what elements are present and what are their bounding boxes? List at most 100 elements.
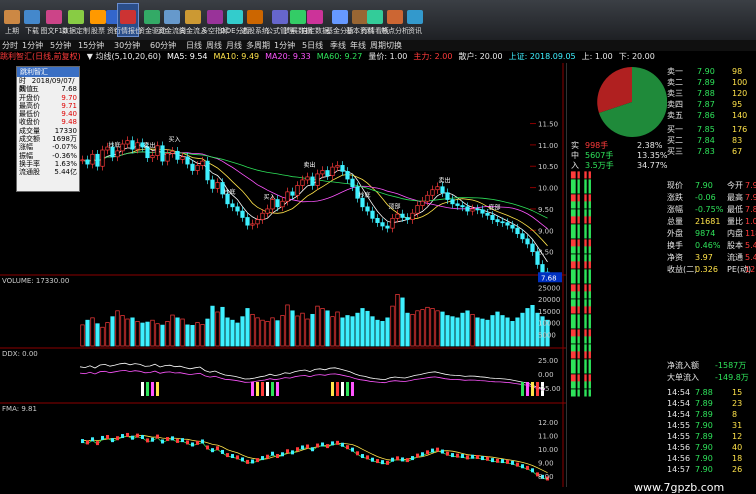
quote-cell: 7.85: [697, 125, 715, 134]
indicator1-bar: [336, 382, 339, 396]
watermark-text: www.7gpzb.com: [634, 481, 725, 494]
volume-bar: [85, 319, 90, 347]
toolbar-button-20[interactable]: 资讯: [405, 4, 425, 36]
volume-bar: [170, 314, 175, 347]
period-8[interactable]: 月线: [226, 40, 242, 51]
quote-cell: 卖四: [667, 100, 683, 109]
candle-body: [430, 189, 435, 196]
toolbar-button-2[interactable]: 图文F10: [41, 4, 67, 36]
toolbar-button-12[interactable]: 选股系统: [241, 4, 269, 36]
popup-key: 最高价: [19, 101, 40, 110]
info-item: MA10: 9.49: [213, 52, 260, 61]
indicator1-bar: [261, 382, 264, 396]
indicator2-bar: [356, 451, 359, 456]
period-3[interactable]: 15分钟: [78, 40, 104, 51]
volume-bar: [290, 310, 295, 347]
period-13[interactable]: 年线: [350, 40, 366, 51]
quote-cell: 卖三: [667, 89, 683, 98]
candle-body: [345, 171, 350, 180]
candle-body: [125, 140, 130, 145]
indicator2-bar: [451, 453, 454, 458]
indicator-info-bar: 跳利智汇(日线,前复权) ▼ 均线(5,10,20,60) MA5: 9.54 MA1…: [0, 51, 756, 63]
quote-row: 卖一 7.90 98: [567, 67, 756, 77]
indicator1-bar: [146, 382, 149, 396]
volume-bar: [455, 317, 460, 347]
volume-bar: [475, 317, 480, 347]
period-0[interactable]: 分时: [2, 40, 18, 51]
period-12[interactable]: 季线: [330, 40, 346, 51]
candle-body: [410, 212, 415, 220]
period-5[interactable]: 60分钟: [150, 40, 176, 51]
indicator2-bar: [366, 455, 369, 460]
period-1[interactable]: 1分钟: [22, 40, 43, 51]
toolbar-button-6[interactable]: 行情报价: [114, 3, 142, 37]
chart-area[interactable]: 11.5011.0010.5010.009.509.008.50抄底 卖出买入抄底…: [0, 63, 566, 487]
volume-bar: [505, 317, 510, 347]
volume-bar: [240, 316, 245, 347]
candle-body: [515, 227, 520, 235]
toolbar-button-0[interactable]: 上期: [2, 4, 22, 36]
signal-label: 卖出: [144, 142, 156, 150]
volume-bar: [400, 297, 405, 347]
indicator1-bar: [266, 382, 269, 396]
volume-bar: [125, 318, 130, 347]
candle-body: [115, 150, 120, 158]
indicator2-bar: [126, 432, 129, 437]
indicator1-bar: [346, 382, 349, 396]
stock-info-popup: 跳利智汇 时间 2018/09/07/五 数值 7.68 开盘价 9.70 最高价 9.71 最…: [16, 66, 80, 192]
quote-cell: 12: [732, 432, 743, 441]
period-6[interactable]: 日线: [186, 40, 202, 51]
volume-bar: [360, 308, 365, 347]
quote-cell: 7.89: [695, 399, 713, 408]
volume-bar: [380, 321, 385, 347]
indicator1-tick-label: 0.00: [538, 371, 554, 379]
candle-body: [325, 170, 330, 176]
period-10[interactable]: 1分钟: [274, 40, 295, 51]
indicator2-bar: [141, 434, 144, 439]
candle-body: [195, 165, 200, 171]
popup-key: 振幅: [19, 151, 33, 160]
toolbar-label: 下载: [25, 27, 39, 35]
toolbar-label: 自定数据: [301, 27, 329, 35]
candle-body: [405, 217, 410, 220]
candle-body: [420, 200, 425, 206]
volume-bar: [355, 312, 360, 347]
volume-bar: [500, 315, 505, 347]
volume-bar: [210, 305, 215, 347]
candle-body: [485, 212, 490, 216]
candle-body: [425, 194, 430, 202]
toolbar-button-1[interactable]: 下载: [22, 4, 42, 36]
toolbar-label: 数据定制: [62, 27, 90, 35]
toolbar-12-icon: [247, 10, 263, 24]
toolbar-14-icon: [290, 10, 306, 24]
toolbar-button-15[interactable]: 自定数据: [301, 4, 329, 36]
candle-body: [260, 212, 265, 220]
period-4[interactable]: 30分钟: [114, 40, 140, 51]
candle-body: [215, 182, 220, 189]
indicator1-bar: [141, 382, 144, 396]
toolbar-button-9[interactable]: 资金流入: [179, 4, 207, 36]
indicator2-bar: [136, 433, 139, 438]
period-14[interactable]: 周期切换: [370, 40, 402, 51]
indicator2-title: FMA: 9.81: [2, 405, 37, 413]
candle-body: [490, 215, 495, 220]
volume-tick-label: 10000: [538, 320, 560, 328]
period-2[interactable]: 5分钟: [50, 40, 71, 51]
indicator1-bar: [331, 382, 334, 396]
toolbar-8-icon: [164, 10, 180, 24]
quote-cell: 7.89: [695, 410, 713, 419]
period-9[interactable]: 多周期: [246, 40, 270, 51]
quote-cell: 7.86: [697, 111, 715, 120]
quote-row: 14:55 7.89 12: [567, 432, 756, 442]
toolbar-button-19[interactable]: 热点分析: [381, 4, 409, 36]
indicator2-bar: [461, 454, 464, 459]
period-7[interactable]: 周线: [206, 40, 222, 51]
quote-cell: 23: [732, 399, 743, 408]
period-11[interactable]: 5日线: [302, 40, 323, 51]
quote-cell: 14:54: [667, 410, 691, 419]
indicator1-bar: [531, 382, 534, 396]
indicator2-bar: [521, 464, 524, 469]
quote-cell: 7.90: [697, 67, 715, 76]
toolbar-button-3[interactable]: 数据定制: [62, 4, 90, 36]
indicator1-bar: [341, 382, 344, 396]
